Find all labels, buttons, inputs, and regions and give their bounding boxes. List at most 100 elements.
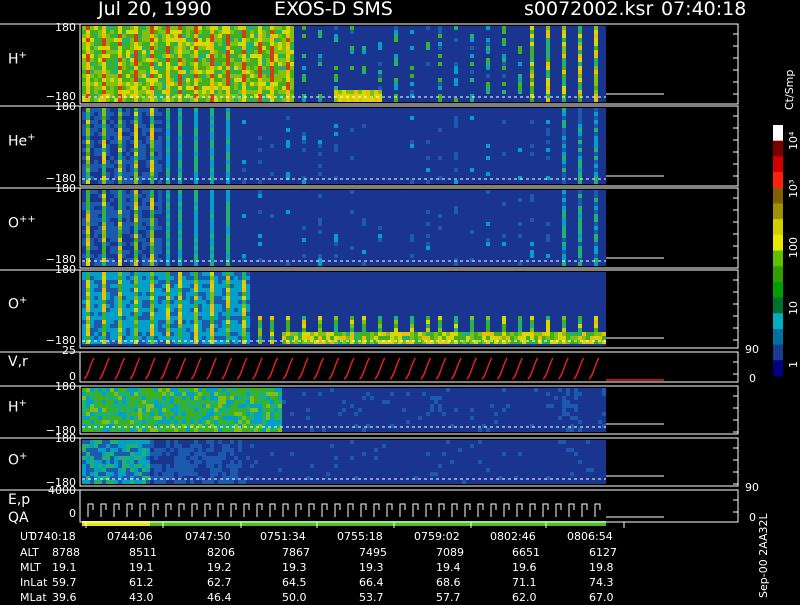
spectrogram-cell bbox=[270, 70, 274, 74]
spectrogram-cell bbox=[262, 38, 266, 42]
spectrogram-cell bbox=[138, 26, 142, 30]
spectrogram-cell bbox=[286, 210, 290, 214]
spectrogram-cell bbox=[274, 78, 278, 82]
spectrogram-cell bbox=[110, 238, 114, 242]
panel-label-ep: E,p bbox=[8, 492, 31, 508]
spectrogram-cell bbox=[86, 262, 90, 266]
spectrogram-cell bbox=[122, 230, 126, 234]
spectrogram-cell bbox=[94, 320, 98, 324]
header-instrument: EXOS-D SMS bbox=[274, 0, 393, 20]
spectrogram-cell bbox=[90, 58, 94, 62]
spectrogram-cell bbox=[118, 300, 122, 304]
spectrogram-cell bbox=[530, 144, 534, 148]
spectrogram-cell bbox=[178, 452, 182, 456]
spectrogram-cell bbox=[562, 218, 566, 222]
spectrogram-cell bbox=[162, 58, 166, 62]
spectrogram-cell bbox=[238, 98, 242, 102]
spectrogram-cell bbox=[502, 38, 506, 42]
spectrogram-cell bbox=[90, 464, 94, 468]
spectrogram-cell bbox=[134, 262, 138, 266]
spectrogram-cell bbox=[194, 404, 198, 408]
axis-tick: 180 bbox=[55, 182, 76, 195]
spectrogram-cell bbox=[210, 468, 214, 472]
spectrogram-cell bbox=[410, 324, 414, 328]
spectrogram-cell bbox=[138, 272, 142, 276]
spectrogram-cell bbox=[426, 246, 430, 250]
spectrogram-cell bbox=[150, 66, 154, 70]
spectrogram-cell bbox=[110, 86, 114, 90]
spectrogram-cell bbox=[154, 412, 158, 416]
spectrogram-cell bbox=[130, 404, 134, 408]
spectrogram-cell bbox=[138, 144, 142, 148]
spectrogram-cell bbox=[106, 320, 110, 324]
spectrogram-cell bbox=[270, 144, 274, 148]
spectrogram-cell bbox=[218, 428, 222, 432]
spectrogram-cell bbox=[258, 400, 262, 404]
spectrogram-cell bbox=[350, 210, 354, 214]
spectrogram-cell bbox=[298, 332, 302, 336]
spectrogram-cell bbox=[502, 328, 506, 332]
spectrogram-cell bbox=[238, 296, 242, 300]
spectrogram-cell bbox=[522, 332, 526, 336]
spectrogram-cell bbox=[186, 300, 190, 304]
spectrogram-cell bbox=[170, 328, 174, 332]
spectrogram-cell bbox=[346, 98, 350, 102]
spectrogram-cell bbox=[242, 160, 246, 164]
spectrogram-cell bbox=[86, 412, 90, 416]
spectrogram-cell bbox=[434, 336, 438, 340]
spectrogram-cell bbox=[166, 54, 170, 58]
spectrogram-cell bbox=[130, 148, 134, 152]
spectrogram-cell bbox=[102, 128, 106, 132]
spectrogram-cell bbox=[278, 404, 282, 408]
spectrogram-cell bbox=[302, 238, 306, 242]
spectrogram-cell bbox=[234, 464, 238, 468]
spectrogram-cell bbox=[102, 86, 106, 90]
spectrogram-cell bbox=[154, 54, 158, 58]
spectrogram-cell bbox=[154, 292, 158, 296]
spectrogram-cell bbox=[546, 26, 550, 30]
spectrogram-cell bbox=[250, 66, 254, 70]
spectrogram-cell bbox=[214, 336, 218, 340]
spectrogram-cell bbox=[174, 464, 178, 468]
spectrogram-cell bbox=[226, 90, 230, 94]
spectrogram-cell bbox=[262, 396, 266, 400]
spectrogram-cell bbox=[242, 214, 246, 218]
spectrogram-cell bbox=[242, 332, 246, 336]
spectrogram-cell bbox=[86, 160, 90, 164]
spectrogram-cell bbox=[106, 214, 110, 218]
spectrogram-cell bbox=[170, 272, 174, 276]
ephemeris-cell: 19.6 bbox=[512, 561, 537, 574]
spectrogram-cell bbox=[166, 468, 170, 472]
spectrogram-cell bbox=[150, 420, 154, 424]
spectrogram-cell bbox=[146, 456, 150, 460]
spectrogram-cell bbox=[170, 304, 174, 308]
spectrogram-cell bbox=[110, 480, 114, 484]
spectrogram-cell bbox=[98, 26, 102, 30]
spectrogram-cell bbox=[210, 324, 214, 328]
spectrogram-cell bbox=[106, 336, 110, 340]
spectrogram-cell bbox=[106, 58, 110, 62]
spectrogram-cell bbox=[98, 74, 102, 78]
spectrogram-cell bbox=[266, 388, 270, 392]
spectrogram-cell bbox=[530, 98, 534, 102]
spectrogram-cell bbox=[210, 308, 214, 312]
spectrogram-cell bbox=[146, 34, 150, 38]
spectrogram-cell bbox=[106, 396, 110, 400]
spectrogram-cell bbox=[118, 222, 122, 226]
spectrogram-cell bbox=[426, 26, 430, 30]
spectrogram-cell bbox=[114, 90, 118, 94]
spectrogram-cell bbox=[182, 90, 186, 94]
spectrogram-cell bbox=[118, 30, 122, 34]
spectrogram-cell bbox=[138, 78, 142, 82]
spectrogram-cell bbox=[266, 90, 270, 94]
spectrogram-cell bbox=[98, 34, 102, 38]
spectrogram-cell bbox=[222, 472, 226, 476]
spectrogram-cell bbox=[146, 140, 150, 144]
spectrogram-cell bbox=[218, 292, 222, 296]
spectrogram-cell bbox=[258, 30, 262, 34]
spectrogram-cell bbox=[174, 328, 178, 332]
spectrogram-cell bbox=[94, 218, 98, 222]
spectrogram-cell bbox=[98, 288, 102, 292]
spectrogram-cell bbox=[178, 90, 182, 94]
spectrogram-cell bbox=[118, 254, 122, 258]
